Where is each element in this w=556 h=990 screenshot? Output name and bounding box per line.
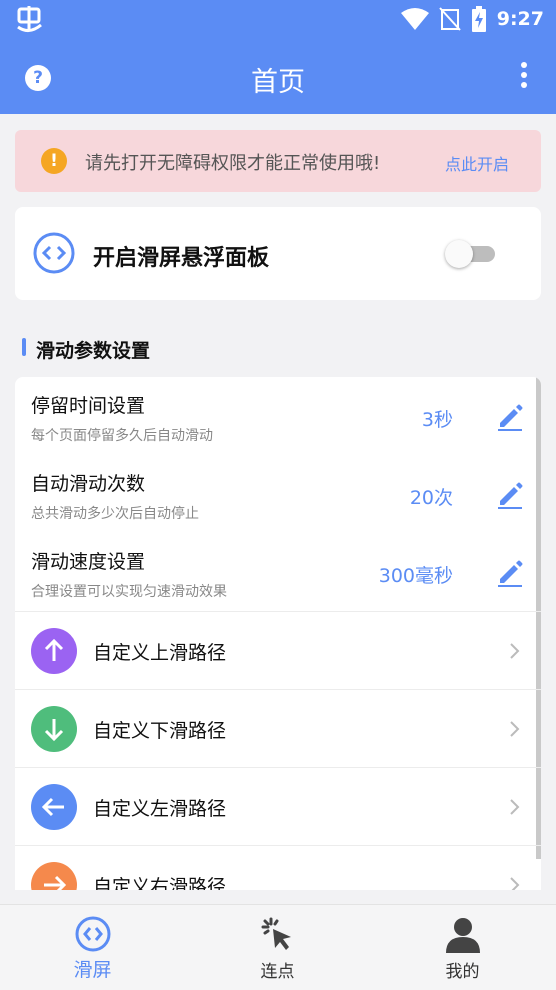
tap-cursor-icon xyxy=(261,917,291,950)
status-time: 9:27 xyxy=(496,8,544,30)
arrow-up-icon xyxy=(31,628,77,674)
page-title: 首页 xyxy=(251,67,305,98)
nav-label: 我的 xyxy=(445,962,480,982)
alert-text: 请先打开无障碍权限才能正常使用哦! xyxy=(85,153,381,174)
param-desc: 总共滑动多少次后自动停止 xyxy=(31,506,199,522)
status-bar: 9:27 xyxy=(0,0,556,40)
float-panel-switch[interactable] xyxy=(445,240,495,268)
permission-alert: ! 请先打开无障碍权限才能正常使用哦! 点此开启 xyxy=(15,130,541,192)
path-label: 自定义下滑路径 xyxy=(93,720,227,742)
path-row-down[interactable]: 自定义下滑路径 xyxy=(15,689,541,767)
nav-label: 连点 xyxy=(260,962,295,982)
param-value: 3秒 xyxy=(421,409,453,431)
arrow-down-icon xyxy=(31,706,77,752)
path-label: 自定义左滑路径 xyxy=(93,798,227,820)
param-title: 停留时间设置 xyxy=(31,395,146,417)
signal-off-icon xyxy=(438,7,461,31)
user-icon xyxy=(446,918,480,953)
path-row-up[interactable]: 自定义上滑路径 xyxy=(15,611,541,689)
chevron-right-icon xyxy=(510,643,520,659)
param-value: 20次 xyxy=(409,487,453,509)
app-logo-icon xyxy=(17,6,42,32)
param-row-swipe-speed[interactable]: 滑动速度设置 合理设置可以实现匀速滑动效果 300毫秒 xyxy=(15,533,541,611)
edit-icon[interactable] xyxy=(497,401,523,431)
enable-permission-link[interactable]: 点此开启 xyxy=(445,151,509,175)
more-vertical-icon[interactable] xyxy=(520,62,528,92)
code-circle-icon xyxy=(75,916,111,952)
settings-list: 停留时间设置 每个页面停留多久后自动滑动 3秒 自动滑动次数 总共滑动多少次后自… xyxy=(15,377,541,890)
app-header: 9:27 ? 首页 xyxy=(0,0,556,114)
bottom-nav: 滑屏 连点 我的 xyxy=(0,904,556,990)
title-bar: ? 首页 xyxy=(0,40,556,114)
code-circle-icon xyxy=(33,232,75,274)
path-row-left[interactable]: 自定义左滑路径 xyxy=(15,767,541,845)
param-desc: 合理设置可以实现匀速滑动效果 xyxy=(31,584,227,600)
wifi-icon xyxy=(400,8,429,30)
edit-icon[interactable] xyxy=(497,479,523,509)
edit-icon[interactable] xyxy=(497,557,523,587)
nav-tab-clicker[interactable]: 连点 xyxy=(185,905,370,990)
param-value: 300毫秒 xyxy=(378,565,453,587)
param-title: 滑动速度设置 xyxy=(31,551,146,573)
exclamation-circle-icon: ! xyxy=(41,148,67,174)
float-panel-card: 开启滑屏悬浮面板 xyxy=(15,207,541,300)
param-row-swipe-count[interactable]: 自动滑动次数 总共滑动多少次后自动停止 20次 xyxy=(15,455,541,533)
arrow-right-icon xyxy=(31,862,77,890)
chevron-right-icon xyxy=(510,721,520,737)
param-title: 自动滑动次数 xyxy=(31,473,146,495)
path-label: 自定义右滑路径 xyxy=(93,876,227,890)
param-desc: 每个页面停留多久后自动滑动 xyxy=(31,428,213,444)
path-row-right[interactable]: 自定义右滑路径 xyxy=(15,845,541,890)
path-label: 自定义上滑路径 xyxy=(93,642,227,664)
chevron-right-icon xyxy=(510,877,520,890)
arrow-left-icon xyxy=(31,784,77,830)
nav-tab-profile[interactable]: 我的 xyxy=(370,905,555,990)
nav-tab-swipe[interactable]: 滑屏 xyxy=(0,905,185,990)
battery-charging-icon xyxy=(471,6,486,32)
section-title: 滑动参数设置 xyxy=(36,340,151,362)
section-accent-bar xyxy=(22,338,26,356)
nav-label: 滑屏 xyxy=(73,959,112,981)
chevron-right-icon xyxy=(510,799,520,815)
param-row-dwell-time[interactable]: 停留时间设置 每个页面停留多久后自动滑动 3秒 xyxy=(15,377,541,455)
float-panel-title: 开启滑屏悬浮面板 xyxy=(93,246,270,271)
